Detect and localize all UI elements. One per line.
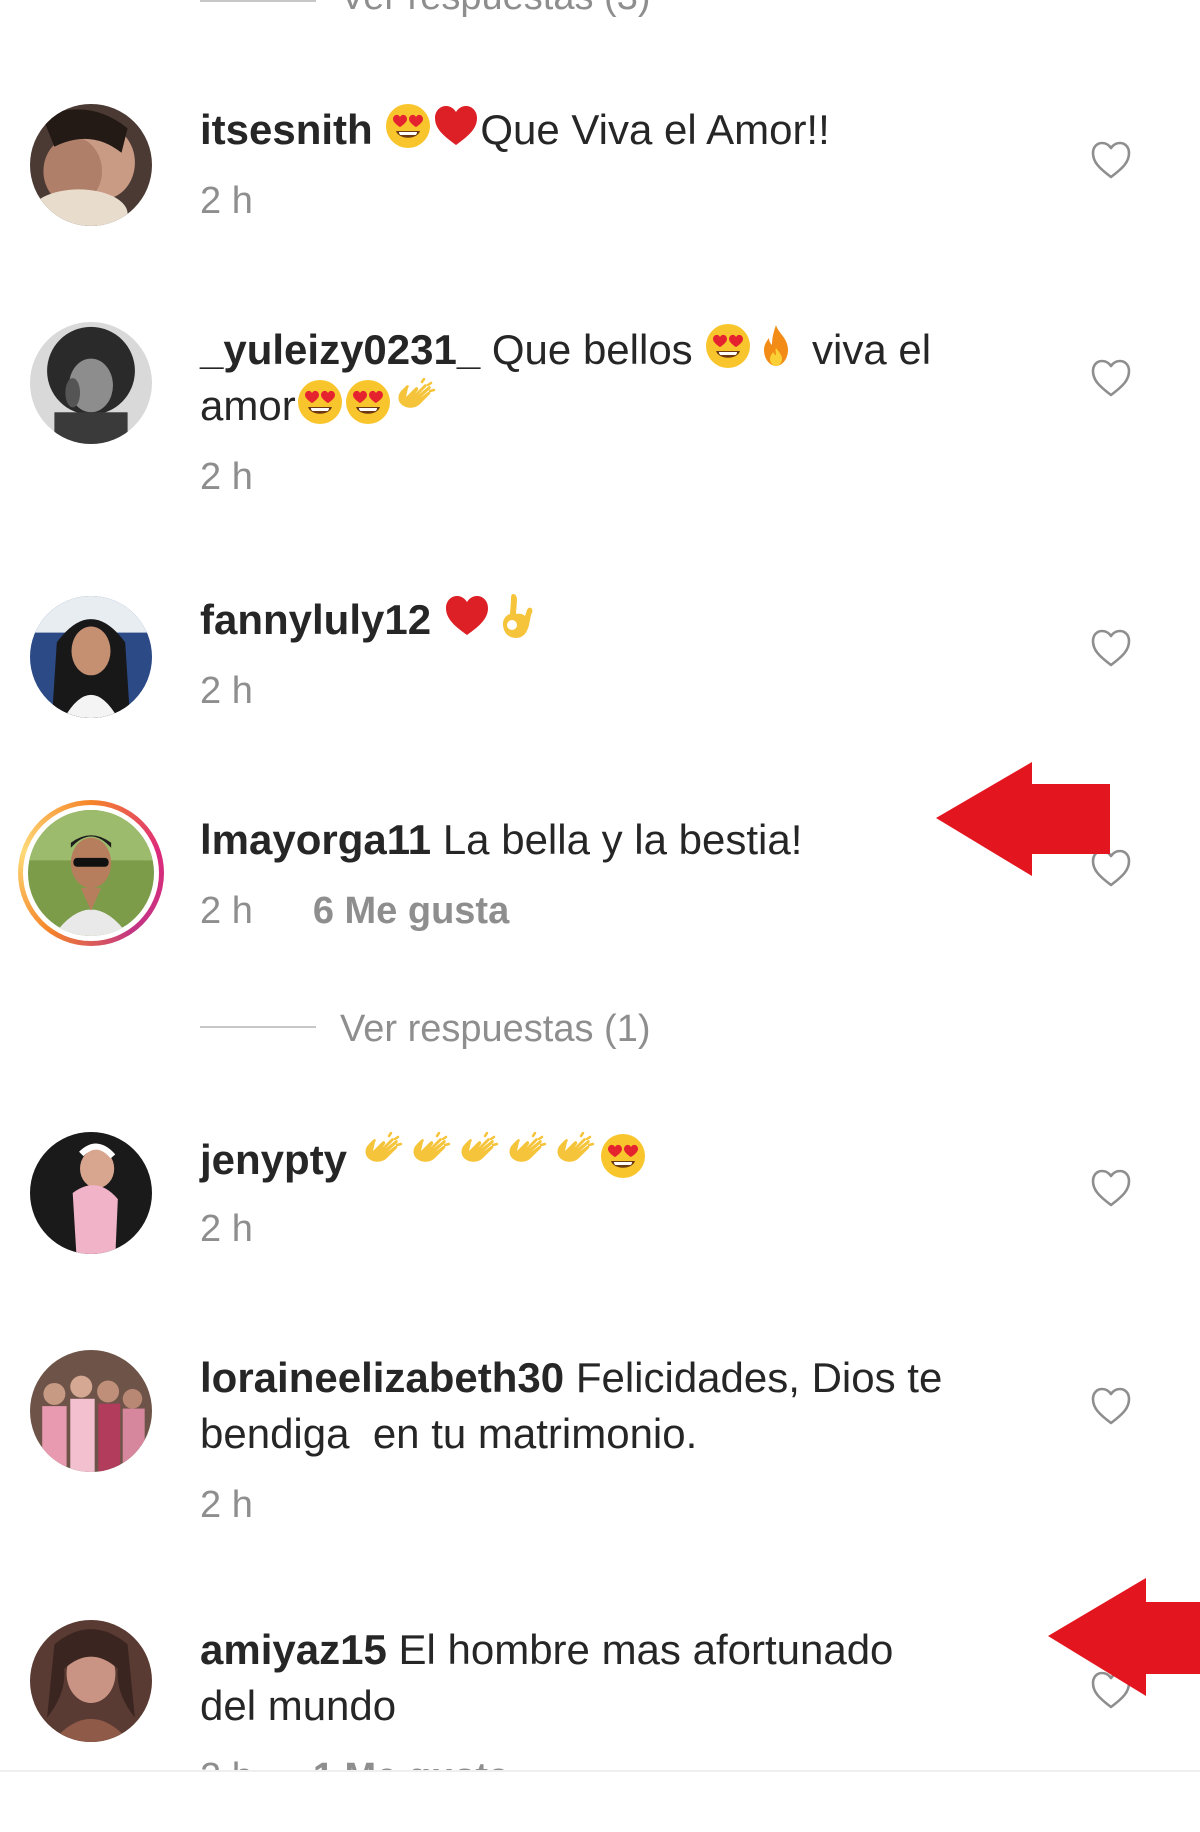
comment-body-cont: bendiga en tu matrimonio. [200, 1410, 698, 1457]
comment-time: 2 h [200, 890, 253, 932]
comment-text: amiyaz15 El hombre mas afortunado del mu… [200, 1622, 1060, 1734]
comment-text: jenypty [200, 1132, 1060, 1188]
red-arrow-annotation [1048, 1578, 1200, 1696]
comment-time: 2 h [200, 456, 253, 498]
replies-divider [200, 1026, 316, 1028]
comment-body: Que bellos [491, 326, 693, 373]
avatar[interactable] [30, 322, 152, 444]
comment-username[interactable]: _yuleizy0231_ [200, 326, 480, 373]
comment-time: 2 h [200, 1756, 253, 1770]
comment-meta: 2 h [200, 458, 253, 496]
heart-outline-icon[interactable] [1090, 628, 1132, 668]
red-arrow-annotation [936, 762, 1110, 876]
comment-meta: 2 h 1 Me gusta [200, 1758, 509, 1770]
comment-item: _yuleizy0231_ Que bellos viva el amor 2 … [0, 316, 1200, 506]
comment-text: _yuleizy0231_ Que bellos viva el amor [200, 322, 1060, 434]
comment-meta: 2 h [200, 1210, 253, 1248]
clapping-hands-emoji [455, 1132, 503, 1180]
comment-body: El hombre mas afortunado [398, 1626, 894, 1673]
comment-body: Que Viva el Amor!! [480, 106, 830, 153]
heart-outline-icon[interactable] [1090, 1386, 1132, 1426]
heart-outline-icon[interactable] [1090, 140, 1132, 180]
clapping-hands-emoji [359, 1132, 407, 1180]
red-heart-emoji [443, 592, 491, 640]
arrow-shape [1048, 1578, 1200, 1696]
comment-item: itsesnith Que Viva el Amor!! 2 h [0, 96, 1200, 246]
comment-username[interactable]: lmayorga11 [200, 816, 431, 863]
comment-text: fannyluly12 [200, 592, 1060, 648]
heart-eyes-emoji [296, 378, 344, 426]
comment-item: fannyluly12 2 h [0, 586, 1200, 736]
comment-time: 2 h [200, 670, 253, 712]
comment-likes-count[interactable]: 6 Me gusta [313, 890, 509, 932]
comment-meta: 2 h [200, 182, 253, 220]
bottom-divider [0, 1770, 1200, 1772]
avatar[interactable] [30, 1350, 152, 1472]
comment-username[interactable]: fannyluly12 [200, 596, 431, 643]
avatar[interactable] [30, 1132, 152, 1254]
heart-eyes-emoji [384, 102, 432, 150]
comment-meta: 2 h [200, 672, 253, 710]
comment-username[interactable]: itsesnith [200, 106, 373, 153]
comment-username[interactable]: amiyaz15 [200, 1626, 387, 1673]
comment-body: Felicidades, Dios te [575, 1354, 943, 1401]
avatar [28, 810, 154, 936]
comment-time: 2 h [200, 180, 253, 222]
comment-item: jenypty 2 h [0, 1126, 1200, 1276]
heart-eyes-emoji [344, 378, 392, 426]
fire-emoji [752, 322, 800, 370]
clapping-hands-emoji [407, 1132, 455, 1180]
comment-item: loraineelizabeth30 Felicidades, Dios te … [0, 1344, 1200, 1534]
comment-text: itsesnith Que Viva el Amor!! [200, 102, 1060, 158]
comment-meta: 2 h 6 Me gusta [200, 892, 509, 930]
clapping-hands-emoji [503, 1132, 551, 1180]
comment-body: La bella y la bestia! [442, 816, 803, 863]
heart-outline-icon[interactable] [1090, 358, 1132, 398]
comment-item: amiyaz15 El hombre mas afortunado del mu… [0, 1616, 1200, 1770]
avatar-with-story-ring[interactable] [18, 800, 164, 946]
arrow-shape [936, 762, 1110, 876]
comment-time: 2 h [200, 1484, 253, 1526]
comment-time: 2 h [200, 1208, 253, 1250]
comment-body-cont2: amor [200, 382, 296, 429]
comment-meta: 2 h [200, 1486, 253, 1524]
avatar[interactable] [30, 104, 152, 226]
clapping-hands-emoji [392, 378, 440, 426]
heart-eyes-emoji [704, 322, 752, 370]
comment-username[interactable]: jenypty [200, 1136, 347, 1183]
red-heart-emoji [432, 102, 480, 150]
heart-outline-icon[interactable] [1090, 1168, 1132, 1208]
ok-hand-emoji [491, 592, 539, 640]
view-replies-link[interactable]: Ver respuestas (1) [340, 1010, 650, 1048]
comment-username[interactable]: loraineelizabeth30 [200, 1354, 564, 1401]
comment-body-cont: viva el [812, 326, 932, 373]
comment-text: loraineelizabeth30 Felicidades, Dios te … [200, 1350, 1060, 1462]
comment-text: lmayorga11 La bella y la bestia! [200, 812, 1060, 868]
comment-body-cont: del mundo [200, 1682, 397, 1729]
comment-likes-count[interactable]: 1 Me gusta [313, 1756, 509, 1770]
clapping-hands-emoji [551, 1132, 599, 1180]
heart-eyes-emoji [599, 1132, 647, 1180]
view-replies-link-top[interactable]: Ver respuestas (3) [340, 0, 650, 16]
avatar[interactable] [30, 1620, 152, 1742]
replies-divider-top [200, 0, 316, 2]
avatar[interactable] [30, 596, 152, 718]
